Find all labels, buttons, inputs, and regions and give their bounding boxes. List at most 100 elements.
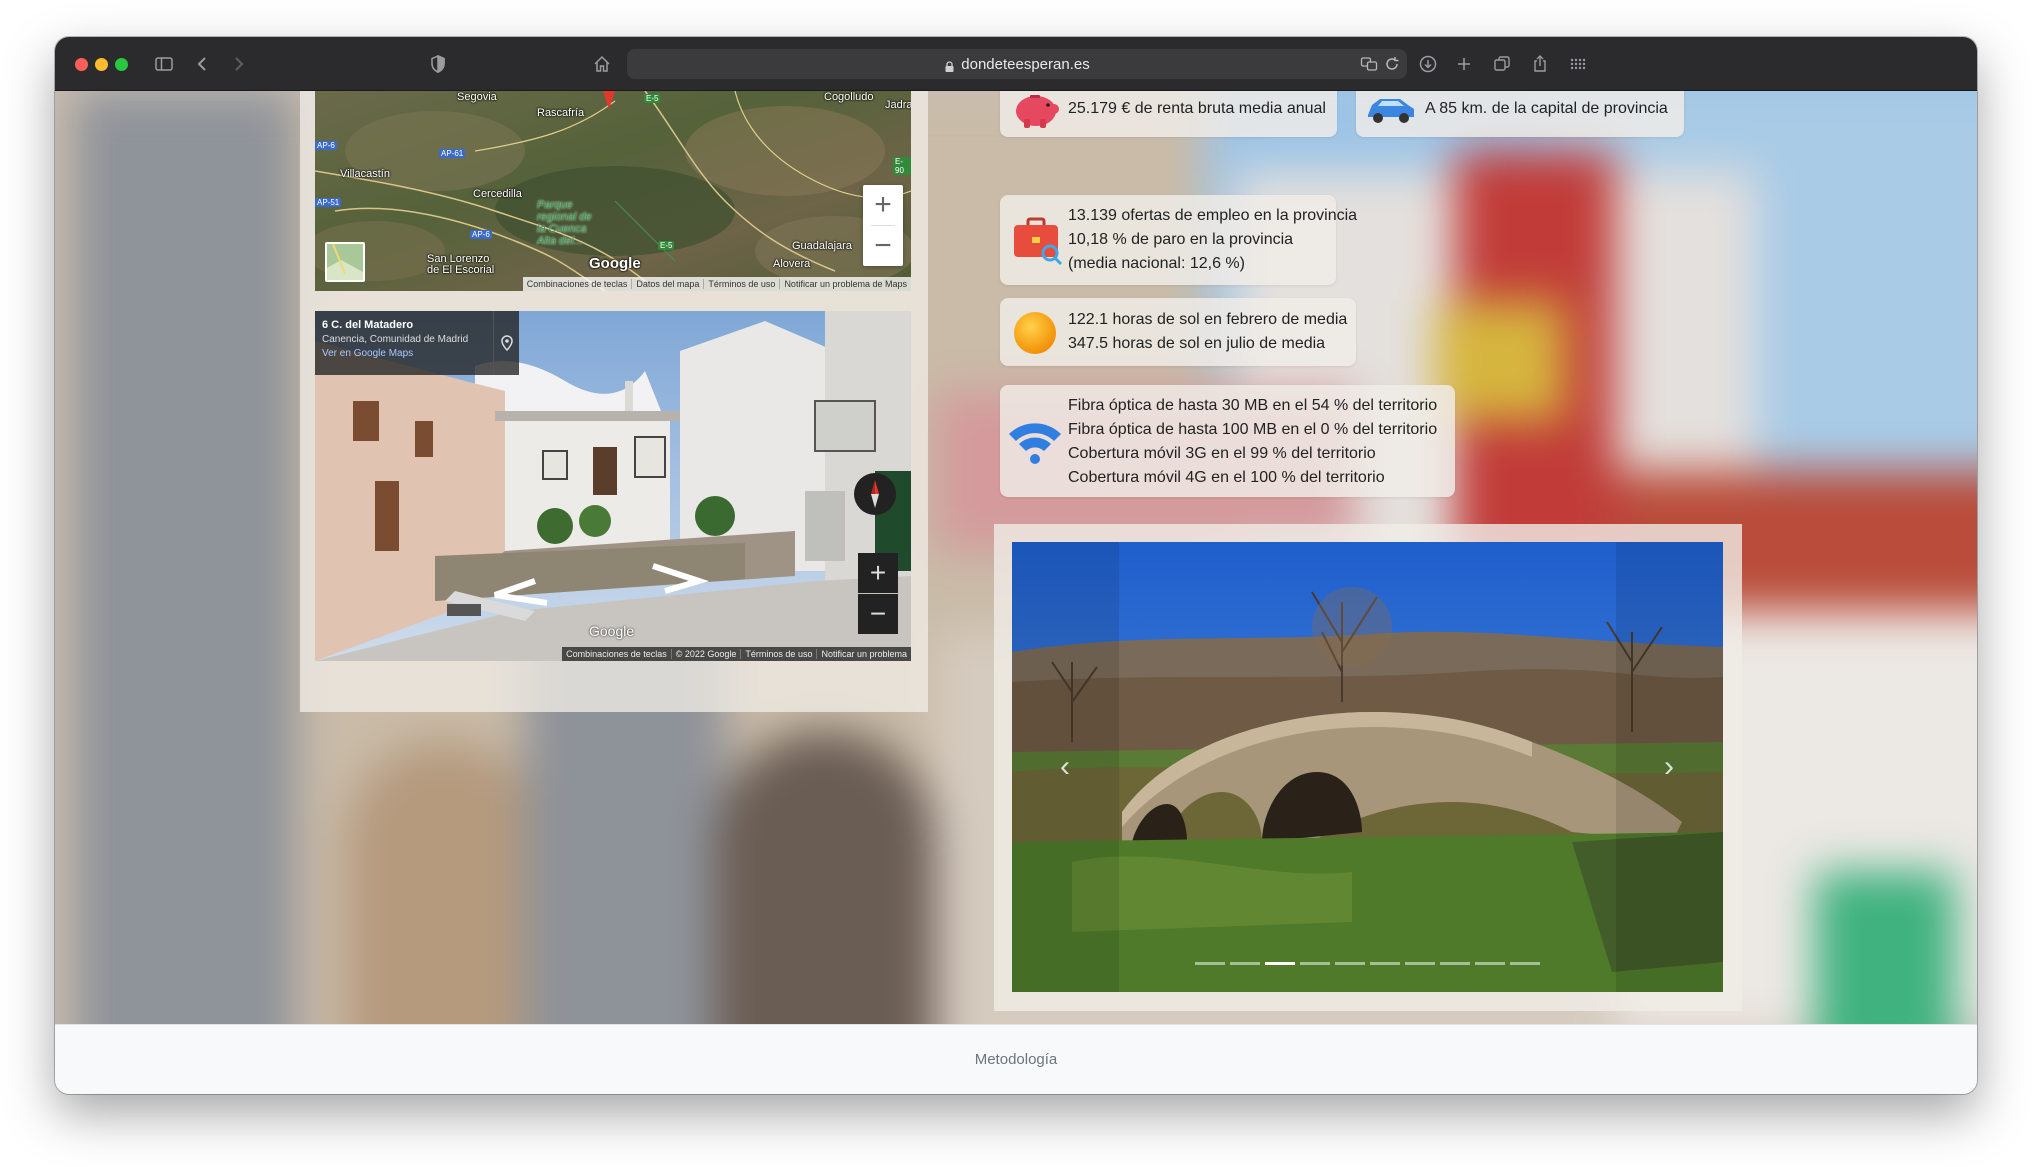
- view-in-google-maps-link[interactable]: Ver en Google Maps: [322, 348, 512, 359]
- browser-toolbar: dondeteesperan.es: [55, 37, 1977, 91]
- mobile-3g-text: Cobertura móvil 3G en el 99 % del territ…: [1068, 445, 1376, 462]
- map-label-jadra: Jadra: [885, 99, 911, 111]
- map-zoom-in-button[interactable]: +: [863, 185, 903, 225]
- map-label-villacastin: Villacastín: [340, 168, 390, 180]
- new-tab-icon[interactable]: [1451, 51, 1477, 77]
- map-zoom-out-button[interactable]: −: [863, 226, 903, 266]
- photo-carousel-panel: ‹ ›: [994, 524, 1742, 1011]
- street-view-address: 6 C. del Matadero: [322, 319, 414, 331]
- download-icon[interactable]: [1415, 51, 1441, 77]
- street-view-locality: Canencia, Comunidad de Madrid: [322, 334, 469, 345]
- map-layer-toggle[interactable]: [325, 242, 365, 282]
- reload-icon[interactable]: [1383, 55, 1401, 73]
- methodology-link[interactable]: Metodología: [975, 1051, 1058, 1068]
- road-shield-ap6: AP-6: [315, 141, 337, 150]
- maximize-window-button[interactable]: [115, 58, 128, 71]
- lock-icon: [944, 59, 955, 72]
- share-icon[interactable]: [1527, 51, 1553, 77]
- location-panel: Segovia Rascafría Cogolludo Jadra Villac…: [300, 91, 928, 712]
- map-label-parque: Parque regional de la Cuenca Alta del...: [537, 199, 592, 247]
- carousel-indicator[interactable]: [1195, 962, 1225, 965]
- back-arrow-icon[interactable]: [190, 51, 216, 77]
- road-shield-e5: E-5: [644, 94, 661, 103]
- income-card: 25.179 € de renta bruta media anual: [1000, 91, 1337, 137]
- grid-icon[interactable]: [1565, 51, 1591, 77]
- location-pin-icon[interactable]: [599, 91, 619, 111]
- carousel-indicator[interactable]: [1230, 962, 1260, 965]
- carousel-indicator[interactable]: [1300, 962, 1330, 965]
- page-content: Segovia Rascafría Cogolludo Jadra Villac…: [55, 91, 1977, 1024]
- tab-overview-icon[interactable]: [1489, 51, 1515, 77]
- sidebar-toggle-icon[interactable]: [151, 51, 177, 77]
- photo-carousel[interactable]: ‹ ›: [1012, 542, 1723, 992]
- distance-card: A 85 km. de la capital de provincia: [1356, 91, 1684, 137]
- map-label-alovera: Alovera: [773, 258, 811, 270]
- street-view-zoom-out-button[interactable]: −: [858, 594, 898, 634]
- sun-july-text: 347.5 horas de sol en julio de media: [1068, 335, 1326, 352]
- street-view-info-box: 6 C. del Matadero Canencia, Comunidad de…: [315, 311, 519, 375]
- sv-copyright: © 2022 Google: [670, 649, 741, 659]
- shield-icon[interactable]: [425, 51, 451, 77]
- carousel-indicators: [1012, 962, 1723, 965]
- translate-icon[interactable]: [1360, 55, 1378, 73]
- car-icon: [1364, 91, 1418, 127]
- map-label-guadalajara: Guadalajara: [792, 240, 852, 252]
- google-logo: Google: [589, 255, 641, 272]
- road-shield-ap61: AP-61: [439, 149, 466, 158]
- jobs-card: 13.139 ofertas de empleo en la provincia…: [1000, 195, 1357, 285]
- compass-icon[interactable]: [854, 473, 896, 515]
- map-terms-link[interactable]: Términos de uso: [703, 279, 779, 289]
- jobs-national-average-text: (media nacional: 12,6 %): [1068, 255, 1245, 272]
- address-bar[interactable]: dondeteesperan.es: [627, 49, 1407, 79]
- sun-icon: [1012, 310, 1058, 356]
- carousel-indicator[interactable]: [1510, 962, 1540, 965]
- connectivity-card: Fibra óptica de hasta 30 MB en el 54 % d…: [1000, 385, 1455, 497]
- piggy-bank-icon: [1010, 91, 1060, 135]
- browser-window: dondeteesperan.es Segovia Rascafría Cogo…: [55, 37, 1977, 1094]
- jobs-unemployment-text: 10,18 % de paro en la provincia: [1068, 231, 1294, 248]
- close-window-button[interactable]: [75, 58, 88, 71]
- map-label-cogolludo: Cogolludo: [824, 91, 874, 103]
- carousel-indicator[interactable]: [1475, 962, 1505, 965]
- sv-terms-link[interactable]: Términos de uso: [740, 649, 816, 659]
- road-shield-e90: E-90: [893, 157, 911, 175]
- map-keyboard-shortcuts-link[interactable]: Combinaciones de teclas: [523, 279, 632, 289]
- jobs-offers-text: 13.139 ofertas de empleo en la provincia: [1068, 207, 1358, 224]
- mobile-4g-text: Cobertura móvil 4G en el 100 % del terri…: [1068, 469, 1385, 486]
- carousel-next-button[interactable]: ›: [1649, 747, 1689, 787]
- street-view-attribution-bar: Combinaciones de teclas © 2022 Google Té…: [562, 647, 911, 661]
- wifi-icon: [1006, 419, 1064, 465]
- road-shield-e5-2: E-5: [658, 241, 675, 250]
- road-shield-ap51: AP-51: [315, 198, 342, 207]
- carousel-prev-button[interactable]: ‹: [1045, 747, 1085, 787]
- url-text: dondeteesperan.es: [961, 55, 1090, 73]
- map-label-segovia: Segovia: [457, 91, 497, 103]
- sun-card: 122.1 horas de sol en febrero de media 3…: [1000, 298, 1356, 366]
- map-report-link[interactable]: Notificar un problema de Maps: [779, 279, 911, 289]
- fiber-100mb-text: Fibra óptica de hasta 100 MB en el 0 % d…: [1068, 421, 1438, 438]
- distance-text: A 85 km. de la capital de provincia: [1425, 100, 1668, 117]
- street-view[interactable]: 6 C. del Matadero Canencia, Comunidad de…: [315, 311, 911, 661]
- map-label-san-lorenzo: San Lorenzo de El Escorial: [427, 253, 495, 276]
- map-label-cercedilla: Cercedilla: [473, 188, 522, 200]
- satellite-map[interactable]: Segovia Rascafría Cogolludo Jadra Villac…: [315, 91, 911, 291]
- sun-february-text: 122.1 horas de sol en febrero de media: [1068, 311, 1348, 328]
- map-data-link[interactable]: Datos del mapa: [631, 279, 703, 289]
- carousel-indicator[interactable]: [1440, 962, 1470, 965]
- sv-keyboard-shortcuts-link[interactable]: Combinaciones de teclas: [562, 649, 671, 659]
- income-text: 25.179 € de renta bruta media anual: [1068, 100, 1326, 117]
- sv-report-link[interactable]: Notificar un problema: [816, 649, 911, 659]
- forward-arrow-icon[interactable]: [225, 51, 251, 77]
- road-shield-ap6-2: AP-6: [470, 230, 492, 239]
- carousel-indicator[interactable]: [1405, 962, 1435, 965]
- map-pin-icon[interactable]: [493, 311, 519, 375]
- home-icon[interactable]: [589, 51, 615, 77]
- street-view-google-logo: Google: [589, 623, 635, 639]
- carousel-indicator[interactable]: [1370, 962, 1400, 965]
- briefcase-icon: [1010, 213, 1064, 267]
- carousel-indicator[interactable]: [1265, 962, 1295, 965]
- street-view-zoom-in-button[interactable]: +: [858, 553, 898, 593]
- minimize-window-button[interactable]: [95, 58, 108, 71]
- carousel-indicator[interactable]: [1335, 962, 1365, 965]
- map-attribution-bar: Combinaciones de teclas Datos del mapa T…: [522, 277, 911, 291]
